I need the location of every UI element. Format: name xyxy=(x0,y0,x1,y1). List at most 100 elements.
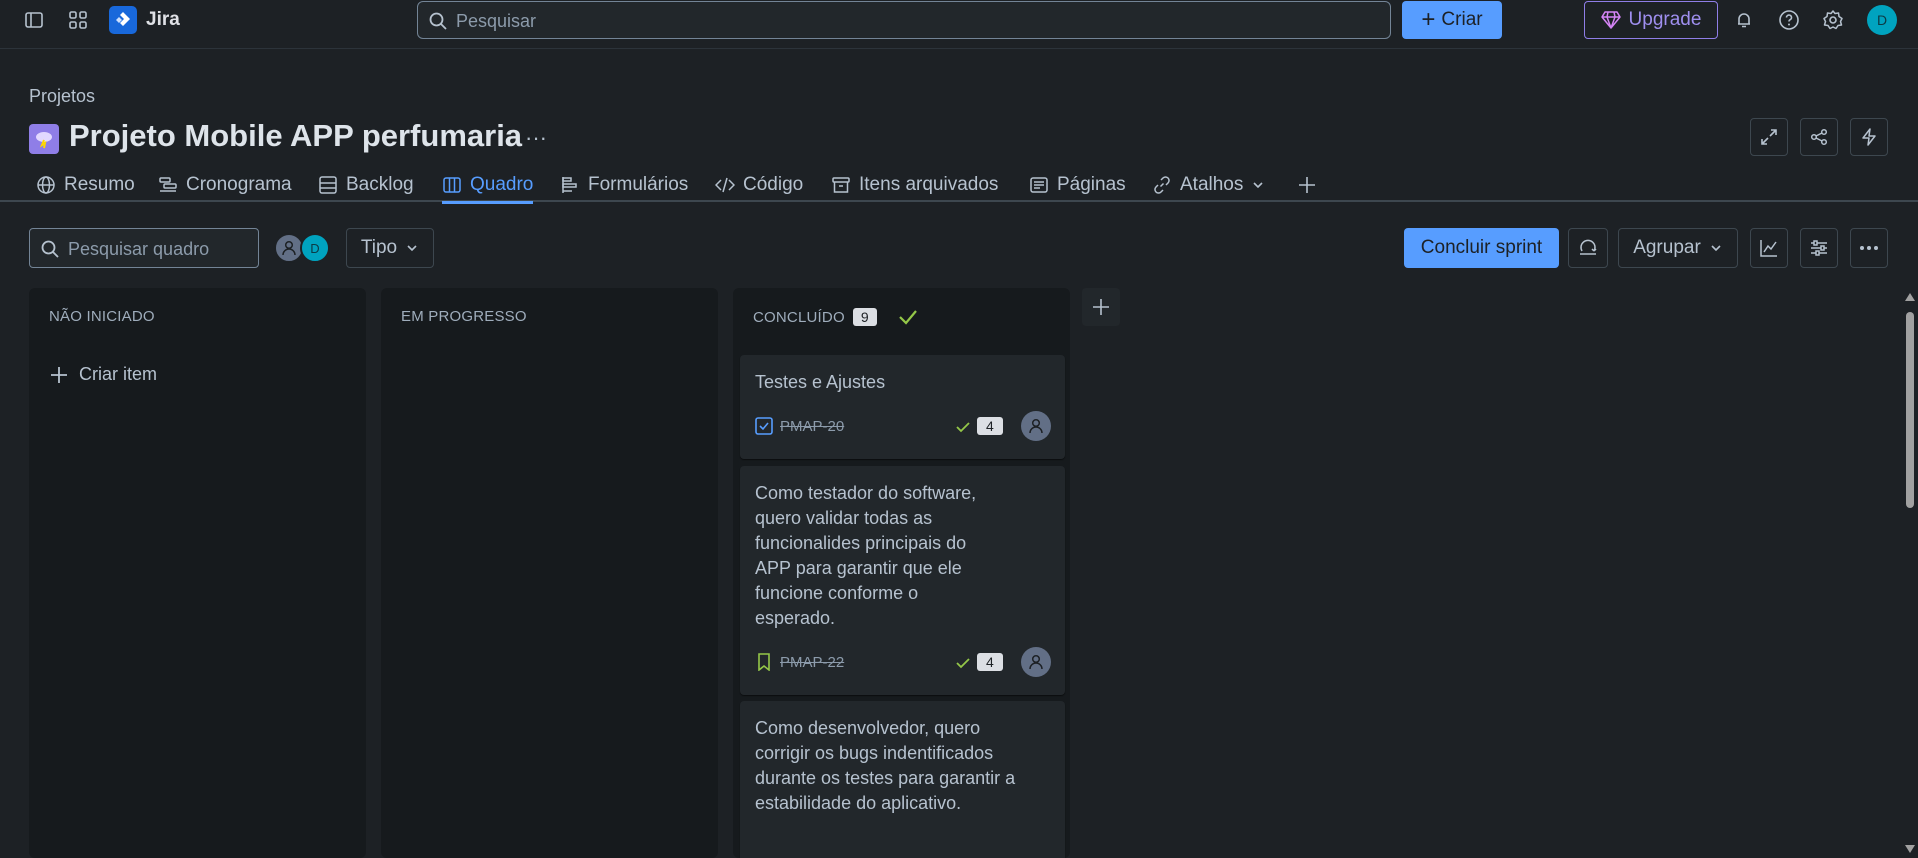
user-avatar[interactable]: D xyxy=(1867,5,1897,35)
tab-quadro[interactable]: Quadro xyxy=(442,169,534,204)
story-bookmark-icon xyxy=(758,653,770,671)
global-search-input[interactable]: Pesquisar xyxy=(417,1,1391,39)
timeline-icon xyxy=(159,177,177,192)
tab-label: Atalhos xyxy=(1180,174,1244,195)
link-icon xyxy=(1154,176,1170,194)
settings-gear-icon[interactable] xyxy=(1815,2,1851,38)
project-title: Projeto Mobile APP perfumaria xyxy=(69,118,523,153)
type-filter-dropdown[interactable]: Tipo xyxy=(346,228,434,268)
help-icon[interactable] xyxy=(1771,2,1807,38)
assignee-avatar-icon[interactable] xyxy=(1021,411,1051,441)
done-check-icon xyxy=(899,310,917,325)
add-tab-plus-icon[interactable] xyxy=(1297,169,1317,201)
tab-formularios[interactable]: Formulários xyxy=(560,169,688,201)
scroll-up-arrow-icon[interactable] xyxy=(1904,292,1916,302)
tab-cronograma[interactable]: Cronograma xyxy=(158,169,292,201)
column-title-text: NÃO INICIADO xyxy=(49,308,155,325)
create-item-label: Criar item xyxy=(79,364,158,384)
project-tabs: Resumo Cronograma Backlog Quadro Formulá… xyxy=(0,163,1918,204)
scroll-down-arrow-icon[interactable] xyxy=(1904,844,1916,854)
top-navigation: Jira Pesquisar + Criar Upgrade D xyxy=(0,0,1918,49)
notifications-bell-icon[interactable] xyxy=(1726,2,1762,38)
plus-icon xyxy=(51,366,67,383)
tab-label: Páginas xyxy=(1057,174,1126,195)
forms-icon xyxy=(562,177,577,193)
more-options-icon[interactable] xyxy=(1850,228,1888,268)
user-filter-avatar[interactable]: D xyxy=(300,233,330,263)
assignee-avatar-icon[interactable] xyxy=(1021,647,1051,677)
upgrade-label: Upgrade xyxy=(1628,9,1702,30)
breadcrumb[interactable]: Projetos xyxy=(29,86,95,107)
search-placeholder: Pesquisar xyxy=(456,11,537,31)
column-nao-iniciado: NÃO INICIADO Criar item xyxy=(29,288,366,858)
issue-card[interactable]: Como testador do software, quero validar… xyxy=(740,466,1065,695)
issue-card[interactable]: Testes e Ajustes PMAP-20 4 xyxy=(740,355,1065,459)
column-title-text: EM PROGRESSO xyxy=(401,308,527,325)
share-icon[interactable] xyxy=(1800,118,1838,156)
task-type-icon xyxy=(755,417,773,435)
board-scrollbar[interactable] xyxy=(1902,288,1916,858)
archive-icon xyxy=(832,177,850,193)
sprint-refresh-icon[interactable] xyxy=(1568,228,1608,268)
complete-sprint-button[interactable]: Concluir sprint xyxy=(1404,228,1559,268)
insights-chart-icon[interactable] xyxy=(1750,228,1788,268)
tab-label: Código xyxy=(743,174,804,195)
story-points-badge: 4 xyxy=(977,653,1003,671)
automation-lightning-icon[interactable] xyxy=(1850,118,1888,156)
done-check-icon xyxy=(956,658,970,669)
sidebar-toggle-icon[interactable] xyxy=(16,2,52,38)
card-summary: Testes e Ajustes xyxy=(755,372,886,392)
globe-icon xyxy=(37,176,55,194)
scrollbar-thumb[interactable] xyxy=(1906,312,1914,508)
diamond-icon xyxy=(1600,11,1621,29)
tab-label: Quadro xyxy=(470,174,534,195)
issue-card[interactable]: Como desenvolvedor, quero corrigir os bu… xyxy=(740,701,1065,858)
project-avatar-icon xyxy=(29,124,59,154)
type-filter-label: Tipo xyxy=(360,237,398,258)
chevron-down-icon xyxy=(1711,245,1721,252)
view-settings-sliders-icon[interactable] xyxy=(1800,228,1838,268)
more-actions-icon[interactable]: ··· xyxy=(520,122,552,154)
create-button[interactable]: + Criar xyxy=(1402,1,1502,39)
app-name[interactable]: Jira xyxy=(146,9,180,31)
board-icon xyxy=(443,177,461,193)
search-icon xyxy=(41,240,59,258)
card-summary: Como testador do software, quero validar… xyxy=(755,483,977,628)
jira-logo-icon[interactable] xyxy=(109,6,137,34)
card-footer: PMAP-22 4 xyxy=(755,647,1051,677)
create-label: Criar xyxy=(1441,9,1483,30)
done-check-icon xyxy=(956,422,970,433)
tab-label: Formulários xyxy=(588,174,689,195)
card-summary: Como desenvolvedor, quero corrigir os bu… xyxy=(755,718,1016,813)
group-by-dropdown[interactable]: Agrupar xyxy=(1618,228,1738,268)
tab-label: Backlog xyxy=(346,174,414,195)
column-em-progresso: EM PROGRESSO xyxy=(381,288,718,858)
group-by-label: Agrupar xyxy=(1633,237,1701,258)
tab-resumo[interactable]: Resumo xyxy=(36,169,135,201)
issue-key[interactable]: PMAP-22 xyxy=(780,654,844,671)
board-search-placeholder: Pesquisar quadro xyxy=(68,239,210,259)
board-search-input[interactable]: Pesquisar quadro xyxy=(29,228,259,268)
column-title: EM PROGRESSO xyxy=(401,308,527,325)
pages-icon xyxy=(1030,177,1048,193)
tab-label: Resumo xyxy=(64,174,135,195)
tab-label: Itens arquivados xyxy=(859,174,999,195)
backlog-icon xyxy=(319,176,337,194)
fullscreen-icon[interactable] xyxy=(1750,118,1788,156)
story-points-badge: 4 xyxy=(977,417,1003,435)
issue-key[interactable]: PMAP-20 xyxy=(780,418,844,435)
add-column-plus-icon[interactable] xyxy=(1082,288,1120,326)
column-title: CONCLUÍDO 9 xyxy=(753,306,919,328)
create-item-button[interactable]: Criar item xyxy=(49,364,157,385)
app-switcher-icon[interactable] xyxy=(60,2,96,38)
column-title-text: CONCLUÍDO xyxy=(753,308,845,326)
tab-codigo[interactable]: Código xyxy=(715,169,803,201)
column-title: NÃO INICIADO xyxy=(49,308,155,325)
upgrade-button[interactable]: Upgrade xyxy=(1584,1,1718,39)
tab-paginas[interactable]: Páginas xyxy=(1029,169,1126,201)
tab-atalhos[interactable]: Atalhos xyxy=(1152,169,1265,201)
card-footer: PMAP-20 4 xyxy=(755,411,1051,441)
tab-itens-arquivados[interactable]: Itens arquivados xyxy=(831,169,998,201)
issue-count-badge: 9 xyxy=(852,308,877,326)
tab-backlog[interactable]: Backlog xyxy=(318,169,414,201)
